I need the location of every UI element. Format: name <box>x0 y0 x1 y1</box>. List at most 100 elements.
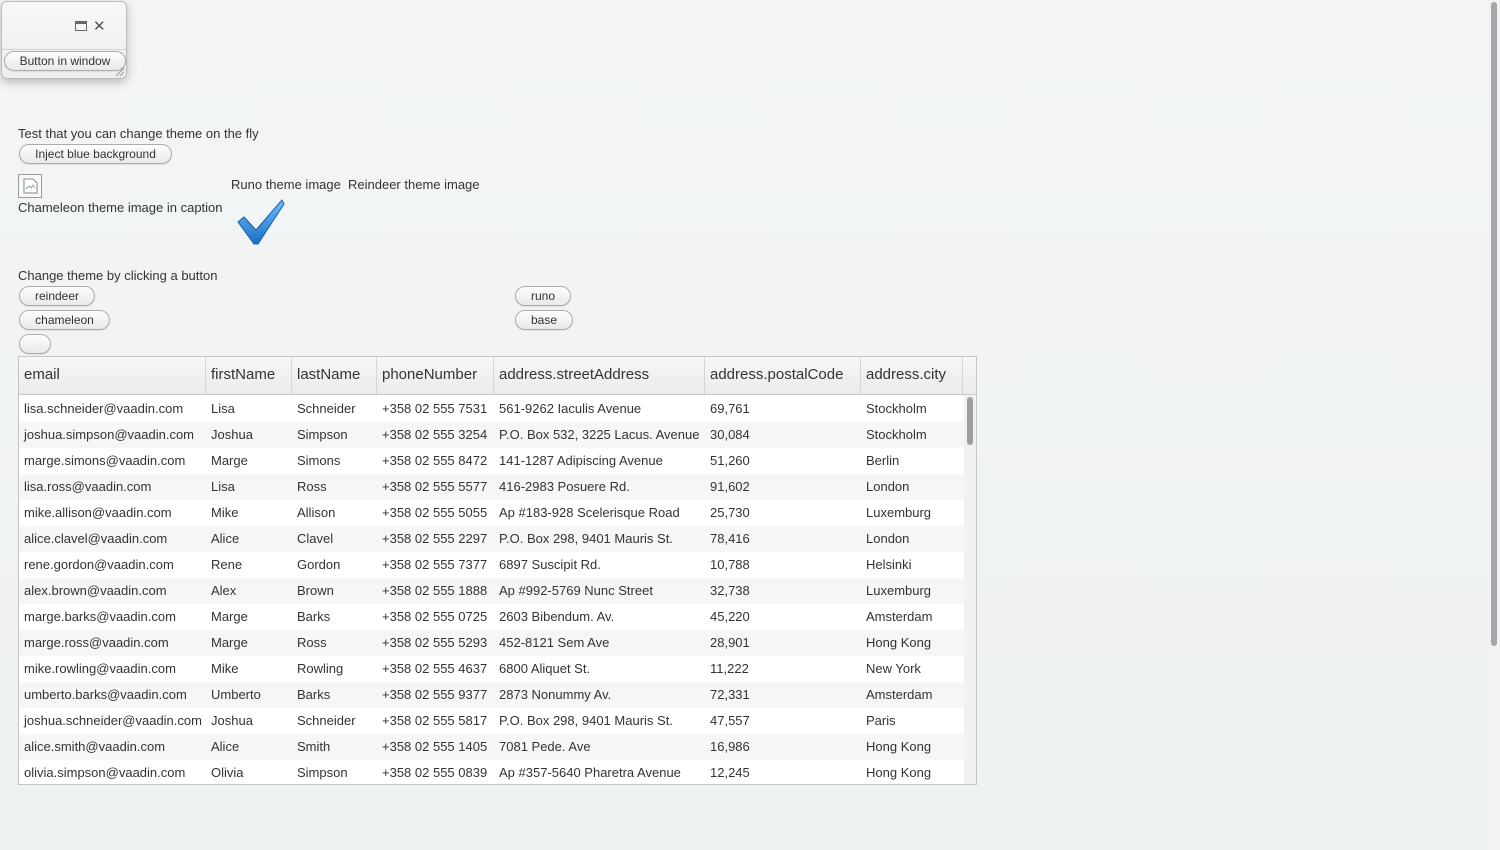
table-row[interactable]: lisa.schneider@vaadin.com Lisa Schneider +3… <box>19 396 964 422</box>
table-cell: 16,986 <box>710 739 750 754</box>
table-cell: Ross <box>297 635 327 650</box>
table-cell: Mike <box>211 661 239 676</box>
table-cell: Stockholm <box>866 401 927 416</box>
table-row[interactable]: olivia.simpson@vaadin.com Olivia Simpson +3… <box>19 760 964 784</box>
table-cell: 30,084 <box>710 427 750 442</box>
table-cell: Ap #992-5769 Nunc Street <box>499 583 653 598</box>
table-row[interactable]: alice.smith@vaadin.com Alice Smith +358 02 … <box>19 734 964 760</box>
table-row[interactable]: lisa.ross@vaadin.com Lisa Ross +358 02 555 … <box>19 474 964 500</box>
table-cell: Smith <box>297 739 331 754</box>
table-row[interactable]: marge.ross@vaadin.com Marge Ross +358 02 55… <box>19 630 964 656</box>
table-cell: lisa.ross@vaadin.com <box>24 479 152 494</box>
table-cell: 11,222 <box>710 661 749 676</box>
table-row[interactable]: joshua.schneider@vaadin.com Joshua Schneid… <box>19 708 964 734</box>
chameleon-image-caption: Chameleon theme image in caption <box>18 200 223 215</box>
table-cell: Ap #183-928 Scelerisque Road <box>499 505 680 520</box>
window-header[interactable]: ✕ <box>2 2 126 50</box>
table-cell: +358 02 555 0725 <box>382 609 488 624</box>
table-cell: Joshua <box>211 713 253 728</box>
table-row[interactable]: rene.gordon@vaadin.com Rene Gordon +358 02 … <box>19 552 964 578</box>
button-in-window[interactable]: Button in window <box>4 51 126 71</box>
table-cell: Marge <box>211 635 248 650</box>
empty-theme-button[interactable] <box>19 334 51 354</box>
column-header-4[interactable]: address.streetAddress <box>494 357 705 394</box>
table-row[interactable]: alice.clavel@vaadin.com Alice Clavel +358 0… <box>19 526 964 552</box>
maximize-icon[interactable] <box>75 21 87 31</box>
table-row[interactable]: mike.rowling@vaadin.com Mike Rowling +358 0… <box>19 656 964 682</box>
column-header-2[interactable]: lastName <box>292 357 377 394</box>
table-cell: 78,416 <box>710 531 750 546</box>
table-cell: Stockholm <box>866 427 927 442</box>
table-cell: +358 02 555 4637 <box>382 661 488 676</box>
table-cell: Barks <box>297 687 331 702</box>
table-cell: Umberto <box>211 687 261 702</box>
table-cell: Olivia <box>211 765 244 780</box>
table-cell: Gordon <box>297 557 341 572</box>
intro-caption: Test that you can change theme on the fl… <box>18 126 259 141</box>
table-cell: alice.clavel@vaadin.com <box>24 531 168 546</box>
table-cell: Clavel <box>297 531 334 546</box>
table-cell: marge.ross@vaadin.com <box>24 635 169 650</box>
reindeer-theme-button[interactable]: reindeer <box>19 286 95 306</box>
grid-scrollbar[interactable] <box>964 395 976 784</box>
runo-theme-button[interactable]: runo <box>515 286 571 306</box>
table-cell: mike.allison@vaadin.com <box>24 505 172 520</box>
table-cell: marge.simons@vaadin.com <box>24 453 186 468</box>
grid-header: email firstName lastName phoneNumber address… <box>19 357 976 395</box>
table-cell: Marge <box>211 609 248 624</box>
data-grid[interactable]: email firstName lastName phoneNumber address… <box>18 356 977 785</box>
table-cell: +358 02 555 0839 <box>382 765 488 780</box>
table-cell: Allison <box>297 505 336 520</box>
table-cell: Schneider <box>297 713 356 728</box>
table-cell: +358 02 555 7531 <box>382 401 488 416</box>
table-row[interactable]: marge.simons@vaadin.com Marge Simons +358 0… <box>19 448 964 474</box>
table-row[interactable]: marge.barks@vaadin.com Marge Barks +358 02 … <box>19 604 964 630</box>
base-theme-button[interactable]: base <box>515 310 573 330</box>
table-cell: 141-1287 Adipiscing Avenue <box>499 453 663 468</box>
theme-switch-caption: Change theme by clicking a button <box>18 268 218 283</box>
table-cell: Rowling <box>297 661 344 676</box>
page-scrollbar-thumb[interactable] <box>1491 2 1497 646</box>
table-cell: olivia.simpson@vaadin.com <box>24 765 186 780</box>
table-cell: 25,730 <box>710 505 750 520</box>
table-cell: 7081 Pede. Ave <box>499 739 591 754</box>
table-cell: +358 02 555 3254 <box>382 427 488 442</box>
table-cell: +358 02 555 5055 <box>382 505 488 520</box>
table-cell: Mike <box>211 505 239 520</box>
column-header-0[interactable]: email <box>19 357 206 394</box>
table-cell: Simpson <box>297 765 348 780</box>
table-cell: mike.rowling@vaadin.com <box>24 661 176 676</box>
page-scrollbar[interactable] <box>1488 0 1500 850</box>
table-cell: Simpson <box>297 427 348 442</box>
inject-blue-background-button[interactable]: Inject blue background <box>19 144 172 164</box>
table-cell: Helsinki <box>866 557 912 572</box>
resize-handle-icon[interactable] <box>116 68 124 76</box>
grid-body[interactable]: lisa.schneider@vaadin.com Lisa Schneider +3… <box>19 395 964 784</box>
table-row[interactable]: joshua.simpson@vaadin.com Joshua Simpson +3… <box>19 422 964 448</box>
table-cell: marge.barks@vaadin.com <box>24 609 176 624</box>
table-cell: Barks <box>297 609 331 624</box>
table-cell: Simons <box>297 453 341 468</box>
table-row[interactable]: mike.allison@vaadin.com Mike Allison +358 0… <box>19 500 964 526</box>
grid-scrollbar-thumb[interactable] <box>967 397 973 445</box>
table-row[interactable]: alex.brown@vaadin.com Alex Brown +358 02 55… <box>19 578 964 604</box>
floating-window[interactable]: ✕ Button in window <box>1 1 127 79</box>
column-header-1[interactable]: firstName <box>206 357 292 394</box>
table-cell: Alice <box>211 531 240 546</box>
column-header-3[interactable]: phoneNumber <box>377 357 494 394</box>
table-cell: +358 02 555 9377 <box>382 687 488 702</box>
table-cell: Luxemburg <box>866 583 932 598</box>
table-cell: Ap #357-5640 Pharetra Avenue <box>499 765 681 780</box>
table-cell: Marge <box>211 453 248 468</box>
table-cell: 10,788 <box>710 557 750 572</box>
table-cell: alice.smith@vaadin.com <box>24 739 166 754</box>
table-cell: P.O. Box 532, 3225 Lacus. Avenue <box>499 427 700 442</box>
chameleon-theme-button[interactable]: chameleon <box>19 310 110 330</box>
column-header-5[interactable]: address.postalCode <box>705 357 861 394</box>
table-cell: Ross <box>297 479 327 494</box>
close-icon[interactable]: ✕ <box>93 17 106 35</box>
runo-image-caption: Runo theme image <box>231 177 341 192</box>
table-cell: Hong Kong <box>866 765 932 780</box>
table-row[interactable]: umberto.barks@vaadin.com Umberto Barks +358… <box>19 682 964 708</box>
column-header-6[interactable]: address.city <box>861 357 963 394</box>
